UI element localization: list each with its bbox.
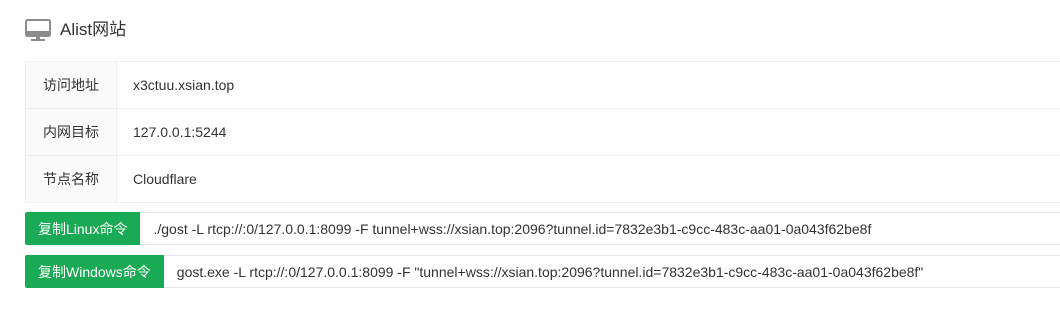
intranet-target-value: 127.0.0.1:5244 [116, 108, 1060, 156]
panel-header: Alist网站 [25, 17, 126, 43]
table-row: 访问地址 x3ctuu.xsian.top [25, 61, 1060, 109]
intranet-target-label: 内网目标 [25, 108, 117, 156]
copy-windows-command-button[interactable]: 复制Windows命令 [25, 255, 164, 288]
linux-command-text[interactable]: ./gost -L rtcp://:0/127.0.0.1:8099 -F tu… [140, 212, 1060, 245]
monitor-icon [25, 17, 51, 43]
windows-command-row: 复制Windows命令 gost.exe -L rtcp://:0/127.0.… [25, 255, 1060, 288]
access-address-value: x3ctuu.xsian.top [116, 61, 1060, 109]
node-name-value: Cloudflare [116, 155, 1060, 203]
windows-command-text[interactable]: gost.exe -L rtcp://:0/127.0.0.1:8099 -F … [163, 255, 1060, 288]
copy-linux-command-button[interactable]: 复制Linux命令 [25, 212, 141, 245]
panel-title: Alist网站 [60, 20, 127, 39]
access-address-label: 访问地址 [25, 61, 117, 109]
info-table: 访问地址 x3ctuu.xsian.top 内网目标 127.0.0.1:524… [25, 61, 1060, 203]
linux-command-row: 复制Linux命令 ./gost -L rtcp://:0/127.0.0.1:… [25, 212, 1060, 245]
table-row: 节点名称 Cloudflare [25, 155, 1060, 203]
table-row: 内网目标 127.0.0.1:5244 [25, 108, 1060, 156]
node-name-label: 节点名称 [25, 155, 117, 203]
